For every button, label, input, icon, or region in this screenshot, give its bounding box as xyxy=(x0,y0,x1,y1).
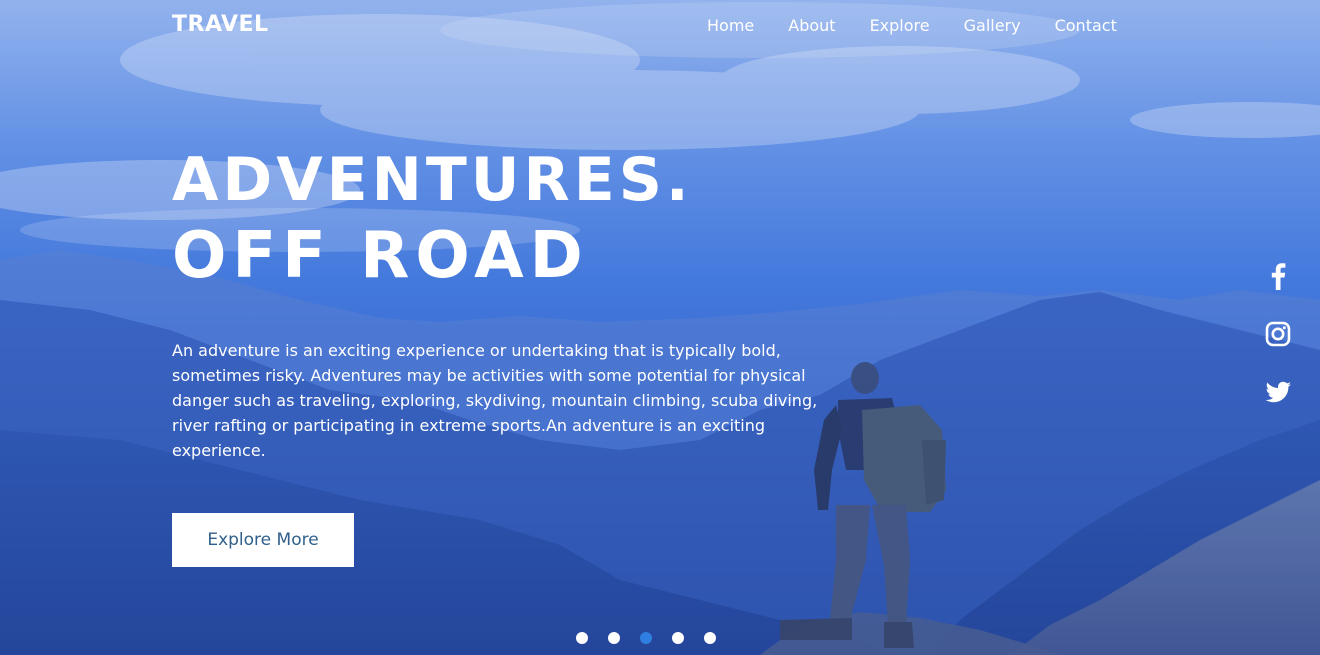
slider-dot[interactable] xyxy=(672,632,684,644)
slider-dot[interactable] xyxy=(704,632,716,644)
brand-logo[interactable]: TRAVEL xyxy=(172,12,269,37)
instagram-icon[interactable] xyxy=(1262,318,1294,350)
main-nav: Home About Explore Gallery Contact xyxy=(707,15,1151,37)
slider-dot[interactable] xyxy=(576,632,588,644)
hero-section: TRAVEL Home About Explore Gallery Contac… xyxy=(0,0,1320,655)
nav-gallery[interactable]: Gallery xyxy=(964,15,1021,37)
nav-home[interactable]: Home xyxy=(707,15,754,37)
slider-pagination xyxy=(576,632,716,644)
hero-description: An adventure is an exciting experience o… xyxy=(172,341,818,460)
nav-about[interactable]: About xyxy=(788,15,835,37)
explore-more-button[interactable]: Explore More xyxy=(172,513,354,567)
twitter-icon[interactable] xyxy=(1262,376,1294,408)
social-links xyxy=(1262,260,1294,434)
nav-contact[interactable]: Contact xyxy=(1055,15,1117,37)
hero-headline-line1: ADVENTURES. xyxy=(172,145,693,215)
slider-dot[interactable] xyxy=(608,632,620,644)
hero-headline-line2: OFF ROAD xyxy=(172,219,589,293)
slider-dot[interactable] xyxy=(640,632,652,644)
nav-explore[interactable]: Explore xyxy=(870,15,930,37)
facebook-icon[interactable] xyxy=(1262,260,1294,292)
